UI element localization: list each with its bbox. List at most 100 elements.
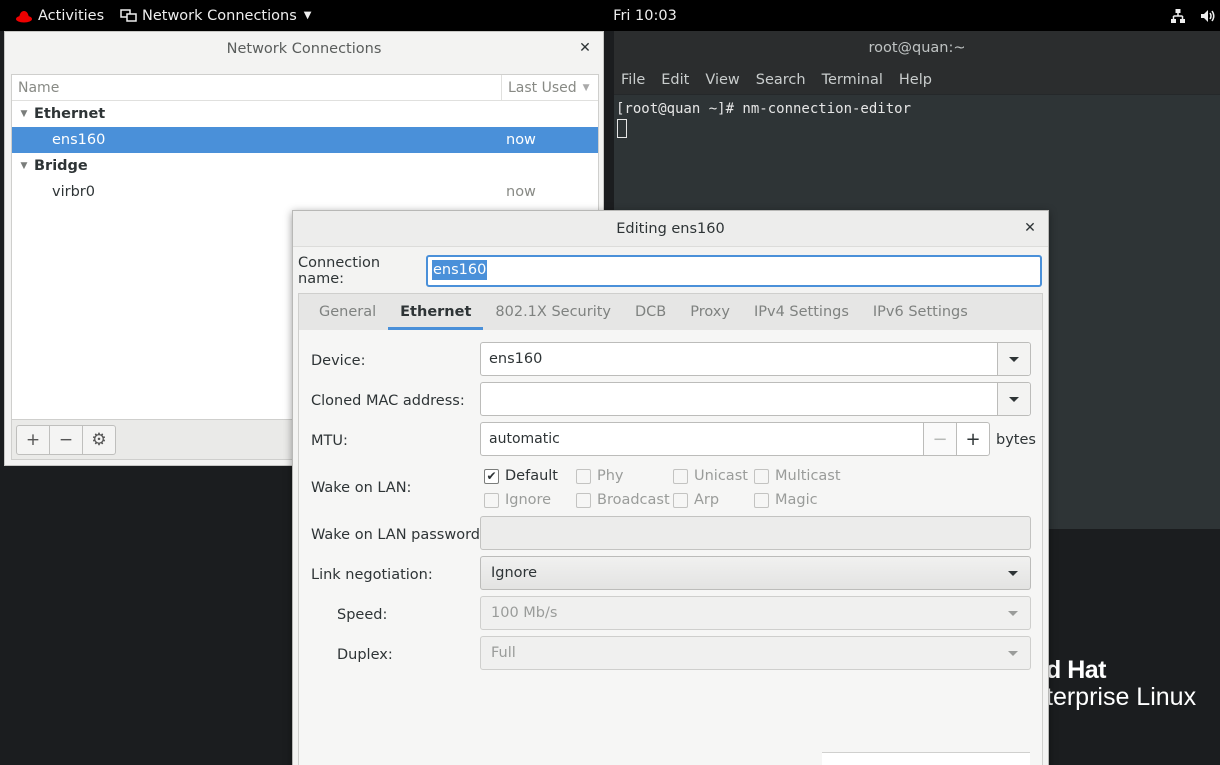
remove-icon: − (58, 429, 74, 450)
wol-ignore-checkbox[interactable]: Ignore (484, 492, 551, 508)
add-connection-button[interactable]: + (16, 424, 50, 455)
dialog-close-icon[interactable]: ✕ (1022, 220, 1038, 236)
brand-line-1: d Hat (1046, 656, 1107, 684)
checkbox-box (673, 468, 688, 484)
nc-close-icon[interactable]: ✕ (577, 40, 593, 56)
wol-arp-checkbox[interactable]: Arp (673, 492, 719, 508)
speed-value: 100 Mb/s (491, 605, 558, 621)
link-negotiation-label: Link negotiation: (311, 567, 433, 583)
dialog-title: Editing ens160 (616, 220, 725, 237)
cloned-mac-row: Cloned MAC address: (311, 393, 465, 409)
mtu-spinbutton[interactable]: automatic − + (480, 422, 990, 456)
add-icon: + (25, 429, 41, 450)
remove-connection-button[interactable]: − (49, 424, 83, 455)
device-row: Device: (311, 353, 365, 369)
tab-proxy[interactable]: Proxy (678, 294, 742, 330)
network-connections-icon (120, 8, 137, 22)
speed-label: Speed: (337, 607, 388, 623)
duplex-value: Full (491, 645, 516, 661)
connection-name: ens160 (52, 132, 106, 148)
editing-dialog[interactable]: Editing ens160 ✕ Connection name: ens160… (292, 210, 1049, 765)
terminal-menubar: File Edit View Search Terminal Help (614, 65, 1220, 95)
app-menu-label: Network Connections (142, 7, 297, 24)
wol-phy-checkbox[interactable]: Phy (576, 468, 624, 484)
wol-broadcast-checkbox[interactable]: Broadcast (576, 492, 670, 508)
speed-row: Speed: (337, 607, 387, 623)
clock[interactable]: Fri 10:03 (613, 8, 677, 24)
terminal-menu-help[interactable]: Help (899, 72, 932, 88)
device-label: Device: (311, 353, 366, 369)
terminal-menu-terminal[interactable]: Terminal (822, 72, 883, 88)
terminal-cursor (617, 119, 627, 138)
group-label: Bridge (34, 158, 88, 174)
wol-option-label: Multicast (775, 468, 841, 484)
terminal-body[interactable]: [root@quan ~]# nm-connection-editor (614, 95, 1220, 144)
wol-password-row: Wake on LAN password: (311, 527, 485, 543)
checkbox-box (754, 468, 769, 484)
group-row-ethernet[interactable]: ▼ Ethernet (12, 101, 598, 127)
wol-password-input[interactable] (480, 516, 1031, 550)
expander-down-icon[interactable]: ▼ (14, 161, 34, 171)
wol-multicast-checkbox[interactable]: Multicast (754, 468, 841, 484)
expander-down-icon[interactable]: ▼ (14, 109, 34, 119)
tab-general[interactable]: General (307, 294, 388, 330)
group-label: Ethernet (34, 106, 106, 122)
col-name-label: Name (18, 79, 60, 96)
wol-option-label: Unicast (694, 468, 748, 484)
device-dropdown-button[interactable] (997, 343, 1030, 375)
device-value[interactable]: ens160 (481, 351, 997, 367)
checkmark-icon: ✔ (484, 468, 499, 484)
wol-option-label: Phy (597, 468, 624, 484)
chevron-down-icon (1008, 650, 1018, 656)
mtu-increment-button[interactable]: + (956, 423, 989, 455)
redhat-icon (16, 10, 32, 22)
cloned-mac-combo[interactable] (480, 382, 1031, 416)
terminal-command-line: [root@quan ~]# nm-connection-editor (616, 101, 912, 117)
tab-bar: General Ethernet 802.1X Security DCB Pro… (298, 293, 1043, 331)
chevron-down-icon (1008, 610, 1018, 616)
device-combo[interactable]: ens160 (480, 342, 1031, 376)
mtu-value[interactable]: automatic (481, 431, 923, 447)
settings-button[interactable]: ⚙ (82, 424, 116, 455)
nc-titlebar: Network Connections ✕ (5, 32, 603, 66)
tab-8021x-security[interactable]: 802.1X Security (483, 294, 623, 330)
nc-title: Network Connections (226, 41, 382, 57)
tab-ipv4-settings[interactable]: IPv4 Settings (742, 294, 861, 330)
link-negotiation-dropdown[interactable]: Ignore (480, 556, 1031, 590)
col-name-header[interactable]: Name (12, 75, 502, 100)
connection-name-label: Connection name: (298, 254, 381, 287)
mtu-decrement-button[interactable]: − (923, 423, 956, 455)
connection-last-used: now (506, 132, 536, 148)
tab-ethernet[interactable]: Ethernet (388, 294, 484, 330)
system-tray[interactable] (1170, 0, 1216, 31)
terminal-menu-edit[interactable]: Edit (661, 72, 689, 88)
top-bar: Activities Network Connections ▼ Fri 10:… (0, 0, 1220, 31)
terminal-title: root@quan:~ (614, 31, 1220, 65)
connection-name-row: Connection name: ens160 (298, 254, 1042, 287)
duplex-dropdown[interactable]: Full (480, 636, 1031, 670)
chevron-down-icon: ▼ (303, 10, 312, 21)
wol-magic-checkbox[interactable]: Magic (754, 492, 818, 508)
volume-icon (1201, 9, 1215, 22)
connection-row-ens160[interactable]: ens160 now (12, 127, 598, 153)
mtu-unit: bytes (996, 432, 1036, 448)
checkbox-box (754, 492, 769, 508)
group-row-bridge[interactable]: ▼ Bridge (12, 153, 598, 179)
terminal-menu-search[interactable]: Search (756, 72, 806, 88)
wol-unicast-checkbox[interactable]: Unicast (673, 468, 748, 484)
col-last-used-header[interactable]: Last Used ▼ (502, 75, 598, 100)
terminal-menu-file[interactable]: File (621, 72, 645, 88)
duplex-label: Duplex: (337, 647, 393, 663)
app-menu[interactable]: Network Connections ▼ (120, 0, 311, 31)
terminal-menu-view[interactable]: View (705, 72, 739, 88)
activities-button[interactable]: Activities (16, 0, 104, 31)
connection-name-input[interactable] (426, 254, 1042, 287)
connection-row-virbr0[interactable]: virbr0 now (12, 179, 598, 205)
tab-dcb[interactable]: DCB (623, 294, 678, 330)
cloned-mac-dropdown-button[interactable] (997, 383, 1030, 415)
wol-default-checkbox[interactable]: ✔ Default (484, 468, 558, 484)
speed-dropdown[interactable]: 100 Mb/s (480, 596, 1031, 630)
activities-label: Activities (38, 7, 105, 24)
tab-ipv6-settings[interactable]: IPv6 Settings (861, 294, 980, 330)
bottom-tray-strip (822, 752, 1030, 765)
